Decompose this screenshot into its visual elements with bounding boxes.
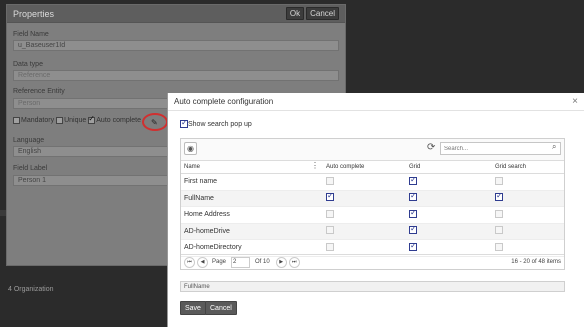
data-type-select[interactable]: Reference xyxy=(13,70,339,81)
row-cell-grid xyxy=(406,190,492,207)
ok-button[interactable]: Ok xyxy=(285,7,305,20)
row-cell-grid-search xyxy=(492,190,564,207)
row-cell-auto-complete xyxy=(323,223,406,240)
properties-cancel-button[interactable]: Cancel xyxy=(306,7,339,20)
first-page-button[interactable]: ⏮ xyxy=(184,256,195,268)
auto-complete-label: Auto complete xyxy=(96,117,142,124)
row-cell-grid xyxy=(406,206,492,224)
field-label-label: Field Label xyxy=(13,165,48,172)
auto-complete-option[interactable]: Auto complete xyxy=(88,114,142,124)
show-search-popup-label: Show search pop up xyxy=(188,120,252,128)
background-label: 4 Organization xyxy=(8,286,54,293)
row-cell-grid-search xyxy=(492,173,564,191)
dialog-header: Auto complete configuration × xyxy=(168,93,584,111)
show-search-popup-checkbox[interactable] xyxy=(180,118,188,128)
grid-table: Name ⋮ Auto complete Grid Grid search Fi… xyxy=(181,161,564,257)
properties-title: Properties xyxy=(13,8,55,19)
page-label: Page xyxy=(212,259,227,265)
table-row[interactable]: FullName xyxy=(181,190,564,207)
grid-search-checkbox[interactable] xyxy=(495,209,503,218)
grid-header-row: Name ⋮ Auto complete Grid Grid search xyxy=(181,161,564,174)
close-icon[interactable]: × xyxy=(572,96,578,107)
column-header-grid-search[interactable]: Grid search xyxy=(492,161,564,174)
row-name: First name xyxy=(181,173,323,191)
unique-checkbox[interactable] xyxy=(56,117,64,124)
auto-complete-checkbox[interactable] xyxy=(326,191,334,202)
mandatory-label: Mandatory xyxy=(21,117,55,124)
reference-entity-label: Reference Entity xyxy=(13,88,65,95)
data-type-label: Data type xyxy=(13,61,43,68)
search-icon[interactable]: ⌕ xyxy=(552,142,556,152)
unique-option[interactable]: Unique xyxy=(56,117,86,124)
page-count: Of 10 xyxy=(255,259,270,265)
auto-complete-checkbox[interactable] xyxy=(326,209,334,218)
table-row[interactable]: AD-homeDrive xyxy=(181,223,564,240)
row-cell-auto-complete xyxy=(323,190,406,207)
dialog-title: Auto complete configuration xyxy=(174,97,274,106)
field-name-label: Field Name xyxy=(13,31,49,38)
fields-grid: ◉ ⟳ ⌕ Name ⋮ Auto complete Grid Grid sea… xyxy=(180,138,565,270)
auto-complete-checkbox[interactable] xyxy=(326,242,334,251)
properties-header: Properties Ok Cancel xyxy=(7,5,345,23)
save-button[interactable]: Save xyxy=(180,301,206,315)
prev-page-button[interactable]: ◀ xyxy=(197,256,208,268)
grid-search-checkbox[interactable] xyxy=(495,226,503,235)
table-row[interactable]: Home Address xyxy=(181,206,564,224)
row-name: Home Address xyxy=(181,206,323,224)
eye-icon[interactable]: ◉ xyxy=(184,142,197,155)
language-label: Language xyxy=(13,137,45,144)
mandatory-option[interactable]: Mandatory xyxy=(13,117,54,124)
table-row[interactable]: First name xyxy=(181,173,564,191)
grid-checkbox[interactable] xyxy=(409,208,417,218)
grid-pager: ⏮ ◀ Page 2 Of 10 ▶ ⏭ 16 - 20 of 48 items xyxy=(181,254,564,269)
unique-label: Unique xyxy=(64,117,87,124)
refresh-icon[interactable]: ⟳ xyxy=(427,142,435,153)
column-header-auto-complete[interactable]: Auto complete xyxy=(323,161,406,174)
auto-complete-checkbox[interactable] xyxy=(88,114,96,124)
row-cell-auto-complete xyxy=(323,206,406,224)
auto-complete-dialog: Auto complete configuration × Show searc… xyxy=(167,93,584,327)
grid-checkbox[interactable] xyxy=(409,191,417,202)
selected-field-box[interactable]: FullName xyxy=(180,281,565,292)
last-page-button[interactable]: ⏭ xyxy=(288,256,300,268)
row-cell-grid-search xyxy=(492,206,564,224)
dialog-cancel-button[interactable]: Cancel xyxy=(205,301,237,315)
grid-checkbox[interactable] xyxy=(409,224,417,235)
column-header-name[interactable]: Name ⋮ xyxy=(181,161,323,174)
next-page-button[interactable]: ▶ xyxy=(275,256,287,268)
row-cell-grid-search xyxy=(492,223,564,240)
property-checkboxes: Mandatory Unique Auto complete xyxy=(13,114,143,124)
grid-search-checkbox[interactable] xyxy=(495,176,503,185)
search-input[interactable] xyxy=(440,142,561,155)
row-cell-grid xyxy=(406,223,492,240)
column-menu-icon[interactable]: ⋮ xyxy=(311,161,319,170)
row-name: AD-homeDrive xyxy=(181,223,323,240)
show-search-popup-option[interactable]: Show search pop up xyxy=(180,118,252,128)
items-count: 16 - 20 of 48 items xyxy=(511,259,561,265)
auto-complete-checkbox[interactable] xyxy=(326,176,334,185)
grid-checkbox[interactable] xyxy=(409,241,417,251)
auto-complete-checkbox[interactable] xyxy=(326,226,334,235)
grid-search-checkbox[interactable] xyxy=(495,242,503,251)
row-cell-auto-complete xyxy=(323,173,406,191)
mandatory-checkbox[interactable] xyxy=(13,117,20,124)
pencil-icon[interactable]: ✎ xyxy=(151,118,158,127)
grid-checkbox[interactable] xyxy=(409,175,417,185)
grid-search-checkbox[interactable] xyxy=(495,191,503,202)
column-header-grid[interactable]: Grid xyxy=(406,161,492,174)
row-name: FullName xyxy=(181,190,323,207)
row-cell-grid xyxy=(406,173,492,191)
grid-toolbar: ◉ ⟳ ⌕ xyxy=(181,139,564,161)
field-name-input[interactable]: u_Baseuser1Id xyxy=(13,40,339,51)
page-input[interactable]: 2 xyxy=(231,256,251,268)
